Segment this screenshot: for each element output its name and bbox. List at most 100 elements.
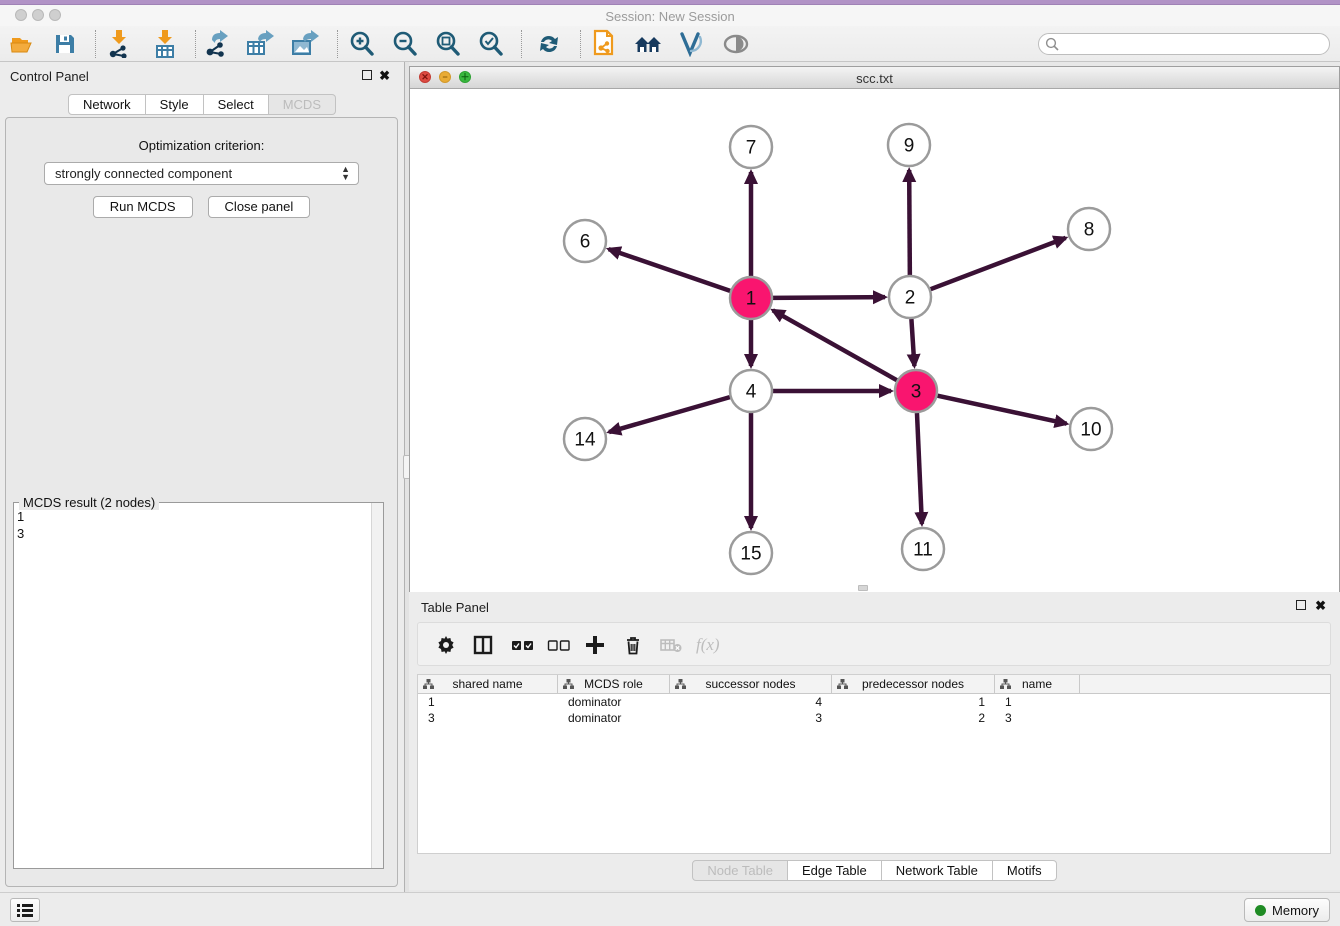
zoom-selected-icon[interactable]: [476, 30, 506, 58]
table-toolbar: f(x): [417, 622, 1331, 666]
save-session-icon[interactable]: [50, 30, 80, 58]
control-panel-tabs: NetworkStyleSelectMCDS: [0, 94, 404, 115]
mcds-result-list[interactable]: 13: [17, 508, 24, 542]
home-pages-icon[interactable]: [633, 30, 663, 58]
list-icon: [17, 903, 33, 917]
run-mcds-button[interactable]: Run MCDS: [93, 196, 193, 218]
function-builder-icon[interactable]: f(x): [696, 631, 720, 659]
import-network-icon[interactable]: [104, 30, 134, 58]
status-bar: Memory: [0, 892, 1340, 926]
tab-style[interactable]: Style: [146, 94, 204, 115]
graph-edge-3-10[interactable]: [937, 396, 1066, 424]
graph-edge-2-3[interactable]: [911, 319, 914, 366]
task-history-button[interactable]: [10, 898, 40, 922]
export-image-icon[interactable]: [291, 30, 321, 58]
table-cell[interactable]: 1: [418, 694, 558, 710]
node-table: shared name MCDS role successor nodes prede…: [417, 674, 1331, 854]
tab-select[interactable]: Select: [204, 94, 269, 115]
zoom-fit-icon[interactable]: [433, 30, 463, 58]
criterion-select[interactable]: strongly connected component ▲▼: [44, 162, 359, 185]
refresh-layout-icon[interactable]: [534, 30, 564, 58]
float-table-panel-icon[interactable]: [1296, 600, 1306, 610]
import-table-icon[interactable]: [150, 30, 180, 58]
window-title: Session: New Session: [0, 9, 1340, 24]
tab-mcds[interactable]: MCDS: [269, 94, 336, 115]
optimization-criterion-label: Optimization criterion:: [6, 138, 397, 153]
memory-button[interactable]: Memory: [1244, 898, 1330, 922]
column-header-label: shared name: [452, 677, 522, 691]
memory-label: Memory: [1272, 903, 1319, 918]
column-header-label: name: [1022, 677, 1052, 691]
mcds-panel: Optimization criterion: strongly connect…: [5, 117, 398, 887]
graph-node-label: 1: [746, 289, 757, 310]
gear-icon[interactable]: [436, 631, 456, 659]
table-row[interactable]: 1dominator411: [418, 694, 1330, 710]
table-cell[interactable]: 1: [832, 694, 995, 710]
table-cell[interactable]: dominator: [558, 710, 670, 726]
table-cell[interactable]: 1: [995, 694, 1080, 710]
network-view-window: ✕ − ＋ scc.txt 7968124314101511: [409, 66, 1340, 592]
column-header-label: successor nodes: [705, 677, 795, 691]
tab-node-table[interactable]: Node Table: [692, 860, 788, 881]
column-icon[interactable]: [473, 631, 493, 659]
table-cell[interactable]: dominator: [558, 694, 670, 710]
network-canvas[interactable]: 7968124314101511: [410, 89, 1339, 592]
deselect-all-icon[interactable]: [547, 631, 571, 659]
add-column-icon[interactable]: [586, 631, 604, 659]
table-cell[interactable]: 4: [670, 694, 832, 710]
canvas-resize-handle[interactable]: [858, 585, 868, 591]
table-cell[interactable]: 3: [670, 710, 832, 726]
table-panel: Table Panel ✖ f(x) shared nameMCDS roles…: [409, 592, 1340, 890]
vizmapper-icon[interactable]: [677, 30, 707, 58]
select-all-icon[interactable]: [511, 631, 535, 659]
graph-edge-1-6[interactable]: [609, 249, 731, 291]
table-cell[interactable]: 3: [418, 710, 558, 726]
criterion-value: strongly connected component: [55, 166, 232, 181]
column-header-name[interactable]: name: [995, 675, 1080, 693]
table-row[interactable]: 3dominator323: [418, 710, 1330, 726]
tab-network[interactable]: Network: [68, 94, 146, 115]
main-titlebar: Session: New Session: [0, 5, 1340, 26]
graph-edge-3-11[interactable]: [917, 413, 922, 524]
zoom-in-icon[interactable]: [347, 30, 377, 58]
column-header-shared-name[interactable]: shared name: [418, 675, 558, 693]
graph-edge-2-9[interactable]: [909, 170, 910, 275]
close-table-panel-icon[interactable]: ✖: [1315, 598, 1326, 614]
table-cell[interactable]: 3: [995, 710, 1080, 726]
graph-edge-3-1[interactable]: [773, 310, 897, 380]
result-scrollbar[interactable]: [371, 503, 383, 868]
graph-edge-2-8[interactable]: [931, 238, 1066, 289]
tab-motifs[interactable]: Motifs: [993, 860, 1057, 881]
tab-edge-table[interactable]: Edge Table: [788, 860, 882, 881]
graph-node-label: 2: [905, 288, 916, 309]
eye-icon[interactable]: [721, 30, 751, 58]
delete-table-icon[interactable]: [660, 631, 682, 659]
graph-edge-1-2[interactable]: [773, 297, 885, 298]
graph-node-label: 15: [740, 544, 761, 565]
column-header-successor-nodes[interactable]: successor nodes: [670, 675, 832, 693]
search-input[interactable]: [1038, 33, 1330, 55]
open-session-icon[interactable]: [8, 30, 38, 58]
table-cell[interactable]: 2: [832, 710, 995, 726]
control-panel: Control Panel ✖ NetworkStyleSelectMCDS O…: [0, 62, 405, 892]
close-panel-icon[interactable]: ✖: [379, 68, 390, 84]
mcds-result-group: MCDS result (2 nodes) 13: [13, 495, 384, 869]
network-window-title: scc.txt: [410, 71, 1339, 86]
float-panel-icon[interactable]: [362, 70, 372, 80]
export-table-icon[interactable]: [246, 30, 276, 58]
column-header-MCDS-role[interactable]: MCDS role: [558, 675, 670, 693]
delete-icon[interactable]: [624, 631, 642, 659]
main-toolbar: [0, 26, 1340, 62]
graph-node-label: 4: [746, 382, 757, 403]
graph-node-label: 7: [746, 138, 757, 159]
graph-node-label: 9: [904, 136, 915, 157]
table-panel-title: Table Panel: [421, 600, 489, 615]
graph-edge-4-14[interactable]: [609, 397, 730, 432]
export-network-icon[interactable]: [203, 30, 233, 58]
network-document-icon[interactable]: [590, 30, 620, 58]
tab-network-table[interactable]: Network Table: [882, 860, 993, 881]
column-header-predecessor-nodes[interactable]: predecessor nodes: [832, 675, 995, 693]
zoom-out-icon[interactable]: [390, 30, 420, 58]
network-window-titlebar[interactable]: ✕ − ＋ scc.txt: [410, 67, 1339, 89]
close-panel-button[interactable]: Close panel: [208, 196, 311, 218]
